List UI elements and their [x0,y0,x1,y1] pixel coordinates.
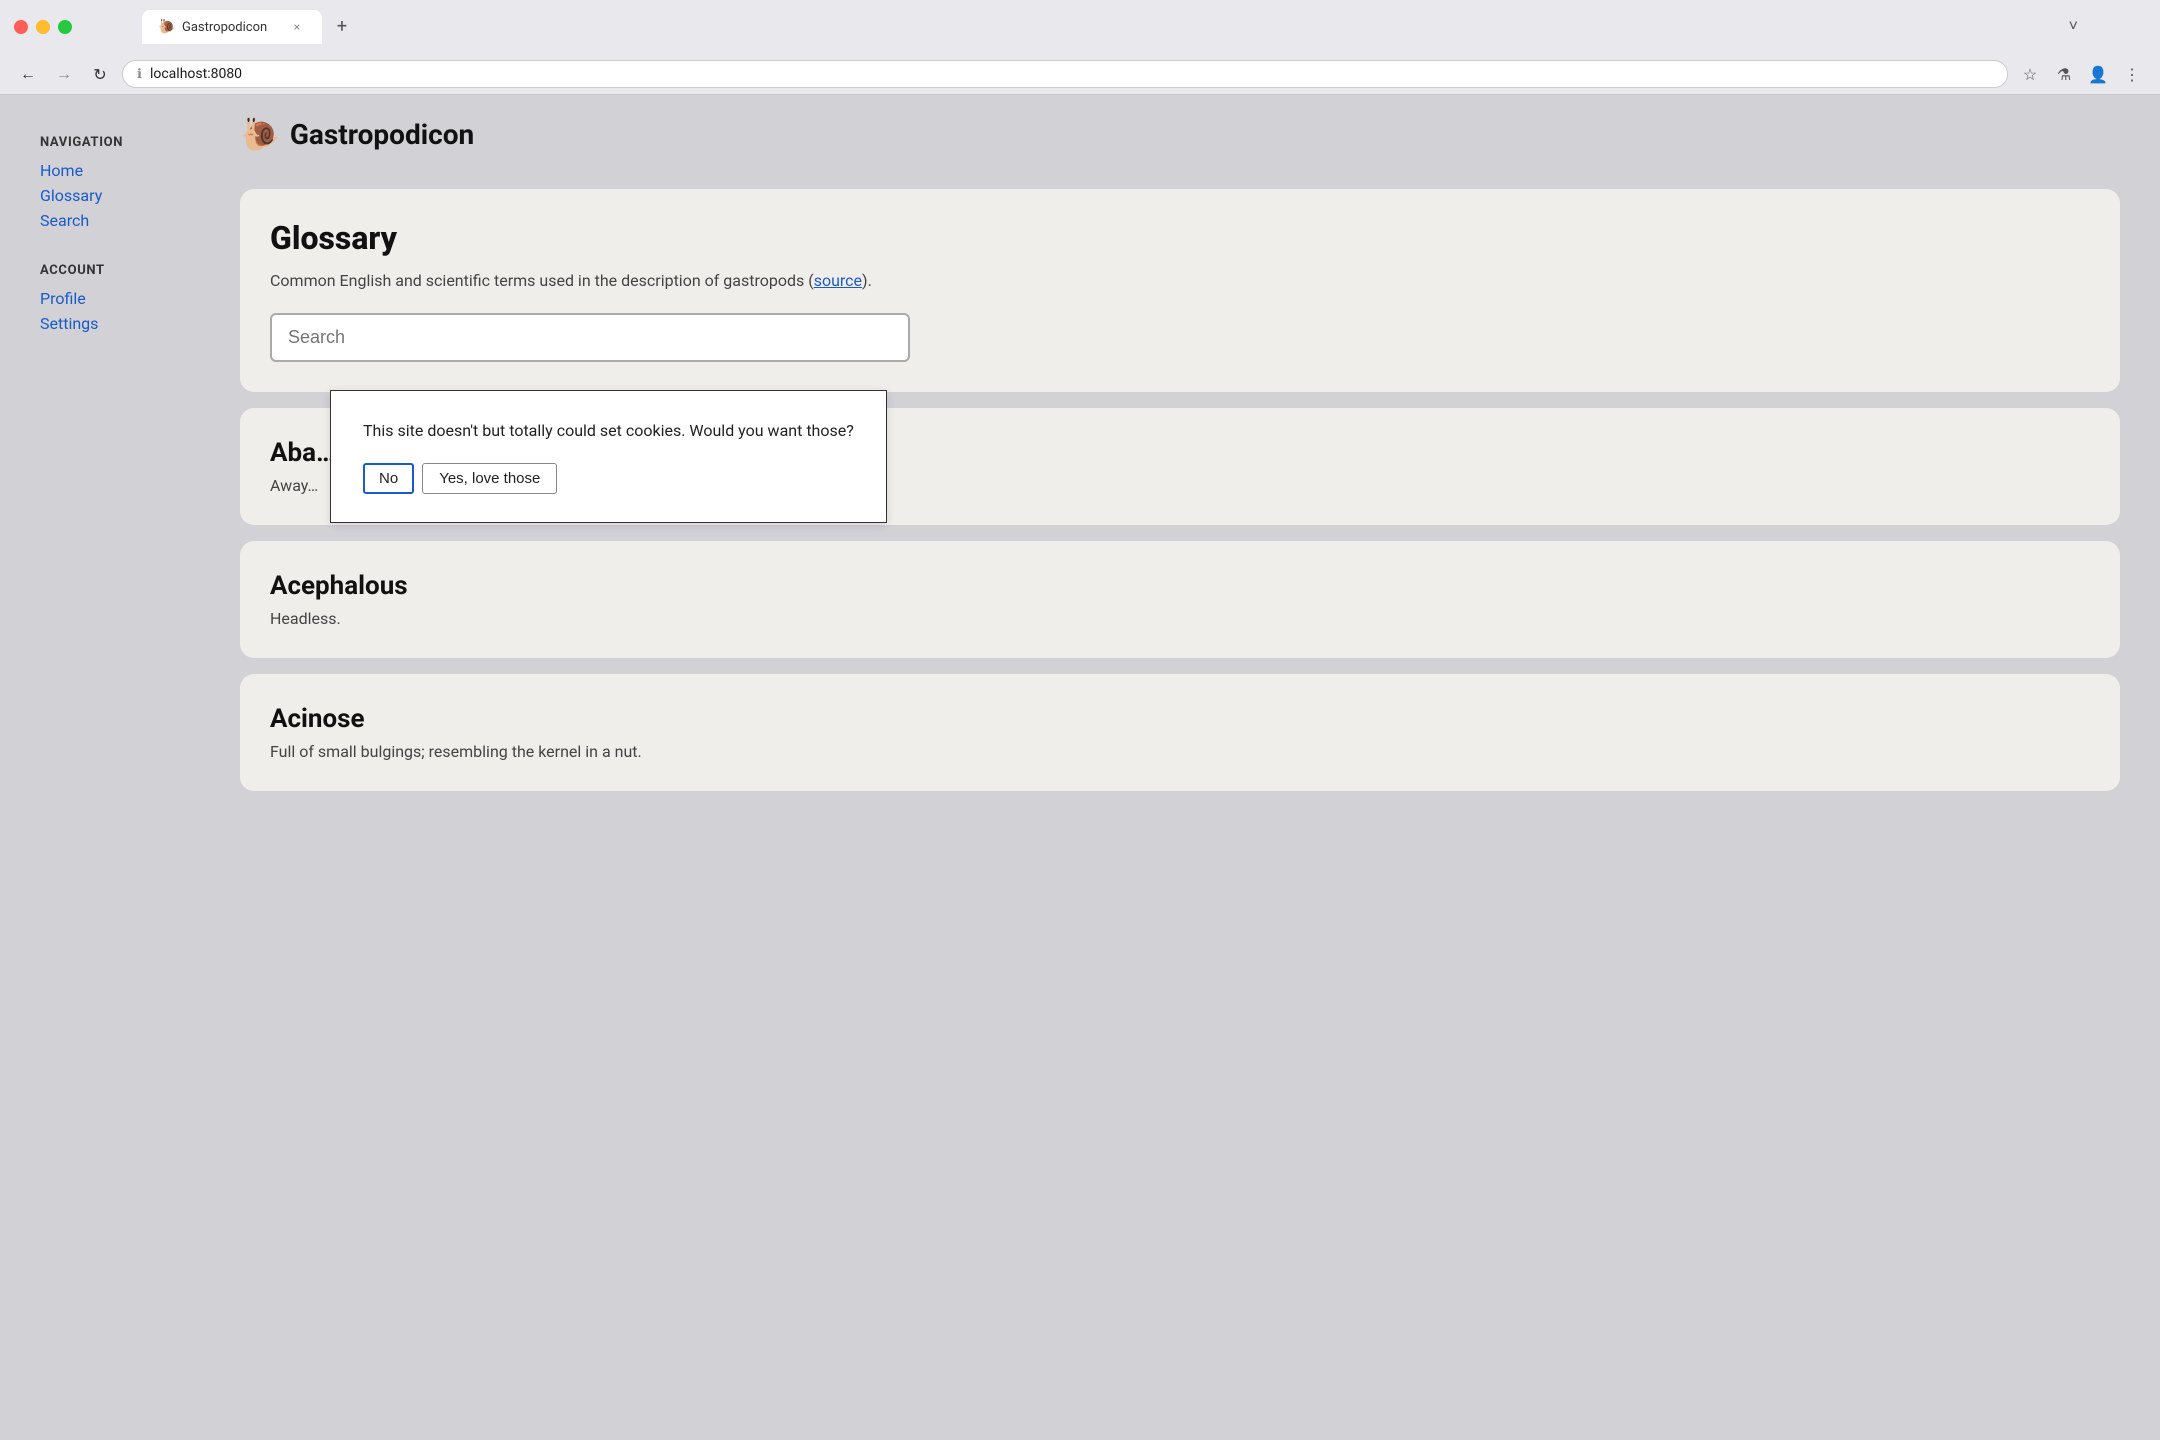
account-section-title: ACCOUNT [40,263,200,278]
experiment-button[interactable]: ⚗ [2050,60,2078,88]
cookie-buttons: No Yes, love those [363,463,854,494]
sidebar-item-home[interactable]: Home [40,158,200,183]
cookie-no-button[interactable]: No [363,463,414,494]
minimize-window-button[interactable] [36,20,50,34]
sidebar-item-glossary[interactable]: Glossary [40,183,200,208]
term-def-1: Headless. [270,609,2090,628]
page-content: NAVIGATION Home Glossary Search ACCOUNT … [0,95,2160,821]
new-tab-button[interactable]: + [328,12,356,40]
bookmark-button[interactable]: ☆ [2016,60,2044,88]
tab-close-button[interactable]: × [288,18,306,36]
active-tab[interactable]: 🐌 Gastropodicon × [142,10,322,44]
tab-list-button[interactable]: ˅ [2061,12,2086,40]
tab-bar: 🐌 Gastropodicon × + ˅ [82,10,2146,44]
forward-button[interactable]: → [50,60,78,88]
maximize-window-button[interactable] [58,20,72,34]
glossary-header-card: Glossary Common English and scientific t… [240,189,2120,392]
search-input[interactable] [270,313,910,362]
glossary-term-card-2: Acinose Full of small bulgings; resembli… [240,674,2120,791]
browser-toolbar: ← → ↻ ℹ localhost:8080 ☆ ⚗ 👤 ⋮ [0,54,2160,94]
glossary-title: Glossary [270,219,2090,257]
address-info-icon: ℹ [137,67,142,82]
menu-button[interactable]: ⋮ [2118,60,2146,88]
sidebar: NAVIGATION Home Glossary Search ACCOUNT … [40,125,200,791]
sidebar-item-settings[interactable]: Settings [40,311,200,336]
cookie-message: This site doesn't but totally could set … [363,419,854,443]
nav-section: NAVIGATION Home Glossary Search [40,135,200,233]
site-title: Gastropodicon [290,118,474,151]
tab-favicon: 🐌 [158,19,174,35]
browser-titlebar: 🐌 Gastropodicon × + ˅ [0,0,2160,54]
traffic-lights [14,20,72,34]
browser-chrome: 🐌 Gastropodicon × + ˅ ← → ↻ ℹ localhost:… [0,0,2160,95]
address-url: localhost:8080 [150,66,1993,82]
term-def-2: Full of small bulgings; resembling the k… [270,742,2090,761]
close-window-button[interactable] [14,20,28,34]
account-section: ACCOUNT Profile Settings [40,263,200,336]
address-bar[interactable]: ℹ localhost:8080 [122,60,2008,88]
sidebar-item-search[interactable]: Search [40,208,200,233]
description-end: ). [862,271,872,290]
term-title-1: Acephalous [270,571,2090,601]
cookie-dialog: This site doesn't but totally could set … [330,390,887,523]
glossary-term-card-1: Acephalous Headless. [240,541,2120,658]
cookie-yes-button[interactable]: Yes, love those [422,463,557,494]
term-title-2: Acinose [270,704,2090,734]
glossary-description: Common English and scientific terms used… [270,269,2090,293]
sidebar-item-profile[interactable]: Profile [40,286,200,311]
nav-section-title: NAVIGATION [40,135,200,150]
site-logo: 🐌 [240,115,280,153]
back-button[interactable]: ← [14,60,42,88]
site-header: 🐌 Gastropodicon [240,115,2120,153]
toolbar-actions: ☆ ⚗ 👤 ⋮ [2016,60,2146,88]
description-text: Common English and scientific terms used… [270,271,814,290]
profile-button[interactable]: 👤 [2084,60,2112,88]
reload-button[interactable]: ↻ [86,60,114,88]
source-link[interactable]: source [814,271,862,290]
tab-title: Gastropodicon [182,20,280,35]
